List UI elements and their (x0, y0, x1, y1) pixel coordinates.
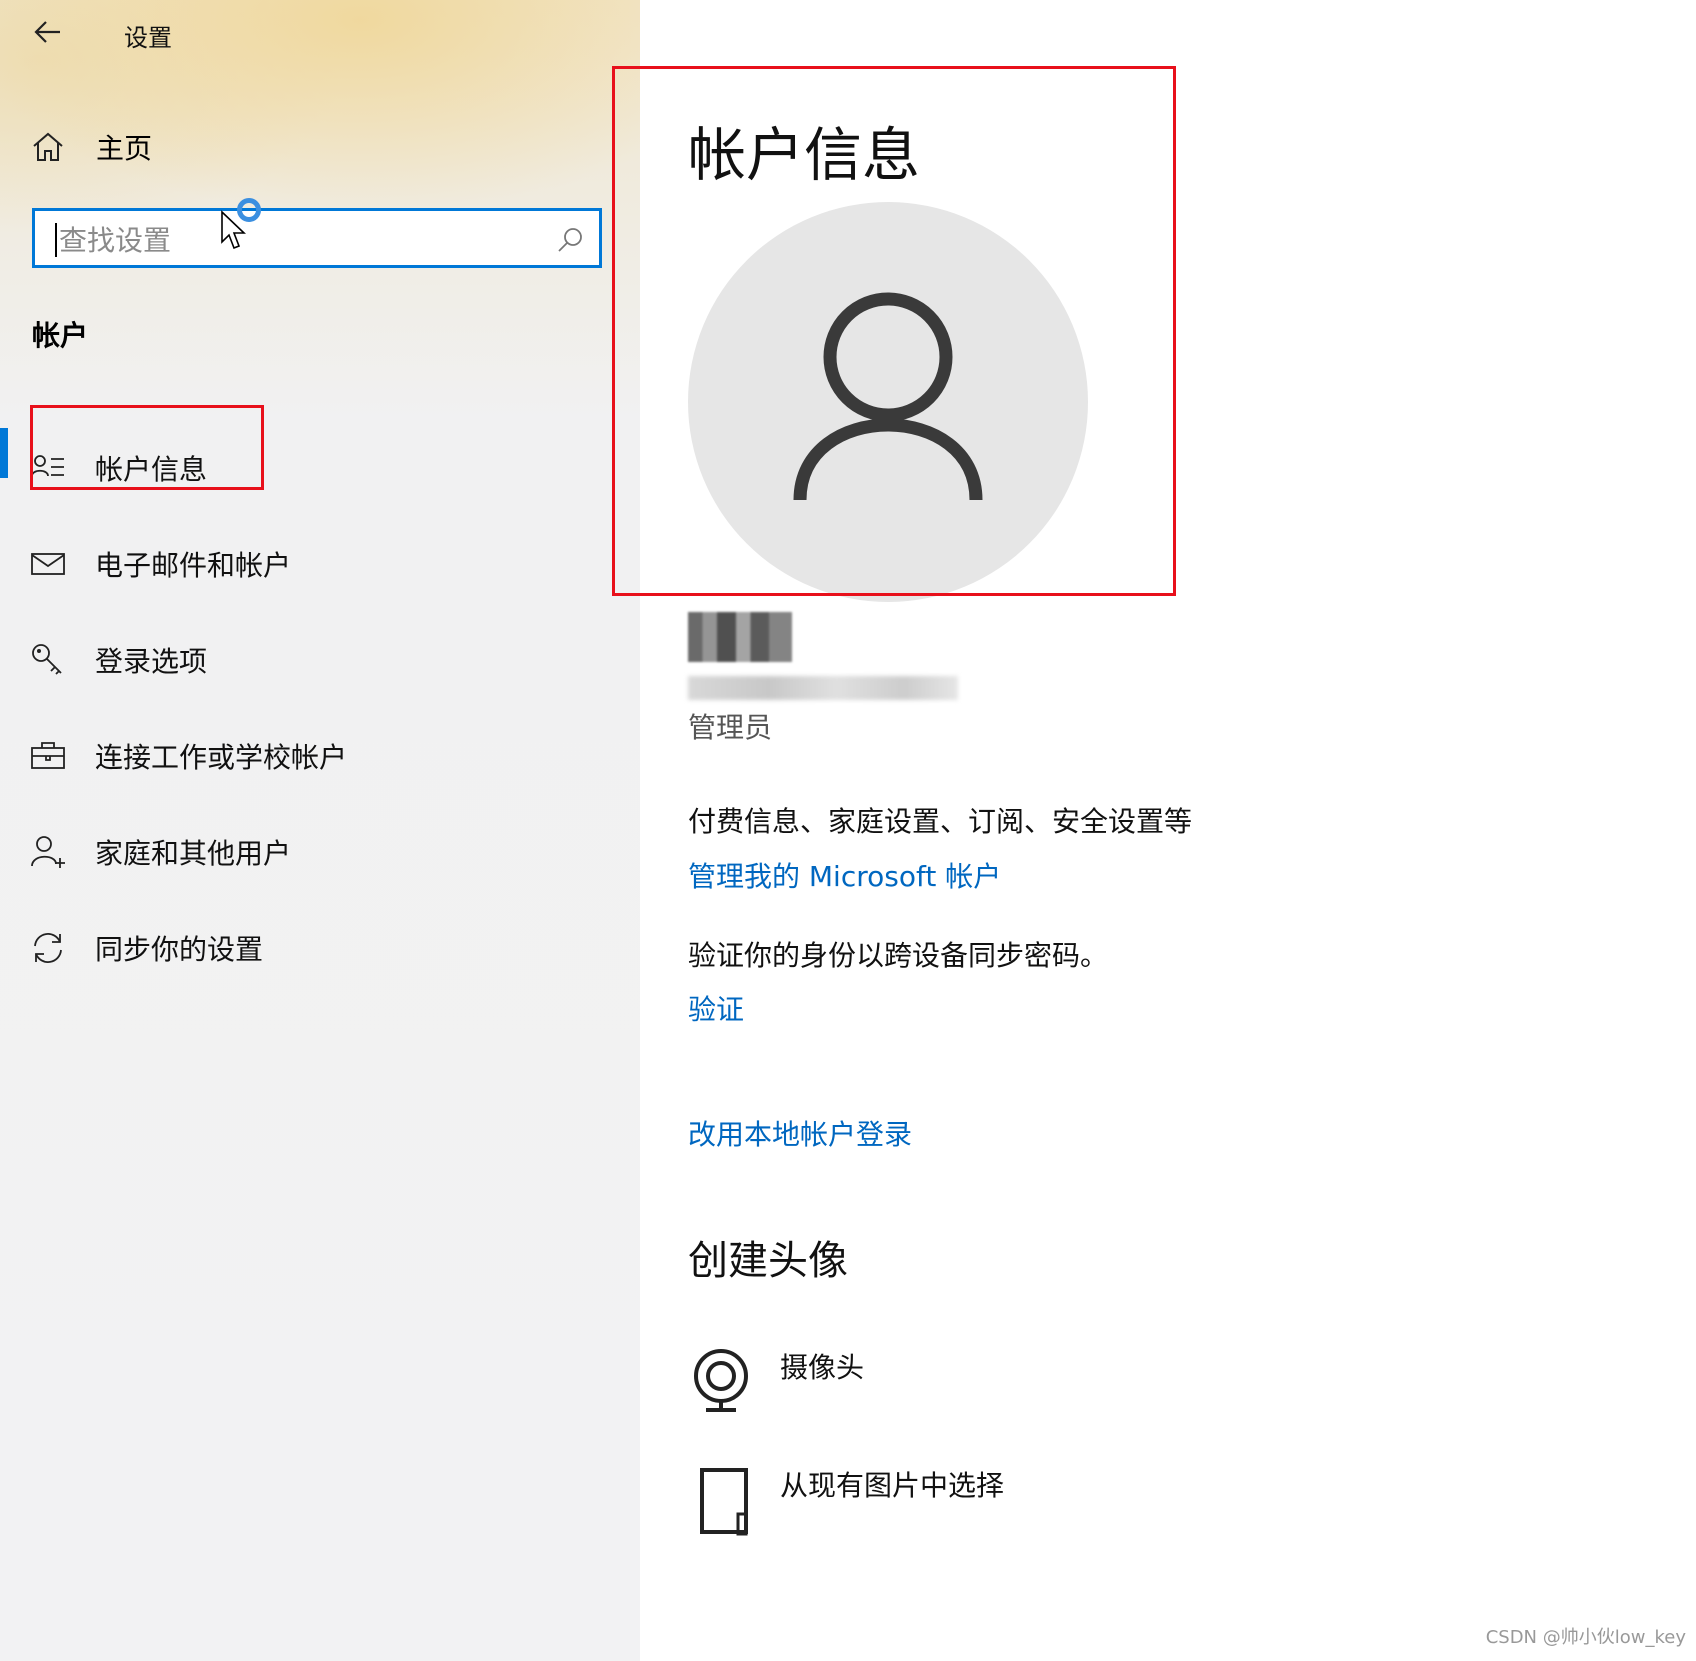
highlight-box-account-header (612, 66, 1176, 596)
search-box[interactable] (32, 208, 602, 268)
create-avatar-heading: 创建头像 (688, 1238, 848, 1284)
back-arrow-icon (34, 21, 60, 43)
nav-label: 家庭和其他用户 (95, 837, 292, 870)
person-add-icon (31, 836, 65, 868)
home-icon (33, 132, 63, 161)
back-button[interactable] (30, 14, 66, 50)
nav-item-email-accounts[interactable]: 电子邮件和帐户 (0, 516, 640, 612)
mail-icon (31, 553, 65, 575)
sidebar: 设置 主页 帐户 (0, 0, 640, 1661)
busy-indicator-icon (237, 198, 261, 222)
key-icon (32, 644, 62, 675)
webcam-option[interactable]: 摄像头 (688, 1344, 1288, 1434)
image-file-icon (700, 1468, 748, 1536)
settings-window: 设置 主页 帐户 (0, 0, 1696, 1661)
app-title: 设置 (124, 24, 172, 52)
nav-label: 登录选项 (95, 645, 208, 678)
nav-label: 连接工作或学校帐户 (95, 741, 348, 774)
verify-link[interactable]: 验证 (688, 988, 744, 1028)
search-icon[interactable] (555, 225, 585, 255)
verify-description: 验证你的身份以跨设备同步密码。 (688, 939, 1109, 972)
home-label: 主页 (96, 132, 153, 165)
nav-item-work-school[interactable]: 连接工作或学校帐户 (0, 708, 640, 804)
nav-item-family-users[interactable]: 家庭和其他用户 (0, 804, 640, 900)
manage-ms-account-link[interactable]: 管理我的 Microsoft 帐户 (688, 855, 1001, 895)
sync-icon (34, 933, 62, 963)
switch-local-account-link[interactable]: 改用本地帐户登录 (688, 1113, 912, 1153)
briefcase-icon (31, 742, 65, 769)
user-role: 管理员 (688, 711, 773, 744)
ms-account-description: 付费信息、家庭设置、订阅、安全设置等 (688, 805, 1193, 838)
highlight-box-nav (30, 405, 264, 490)
section-heading: 帐户 (32, 319, 89, 352)
nav-label: 电子邮件和帐户 (95, 549, 292, 582)
selection-indicator (0, 428, 8, 478)
nav-item-sign-in-options[interactable]: 登录选项 (0, 612, 640, 708)
watermark: CSDN @帅小伙low_key (1485, 1627, 1686, 1648)
nav-label: 同步你的设置 (95, 933, 264, 966)
user-email-redacted (688, 676, 958, 700)
nav-item-sync-settings[interactable]: 同步你的设置 (0, 900, 640, 996)
nav-list: 帐户信息 电子邮件和帐户 登录选项 连接工作或学校帐户 家庭和其他用户 同步你的… (0, 420, 640, 996)
choose-picture-option[interactable]: 从现有图片中选择 (688, 1462, 1288, 1552)
search-input[interactable] (57, 217, 541, 263)
home-nav-item[interactable]: 主页 (30, 122, 590, 172)
choose-picture-label: 从现有图片中选择 (780, 1469, 1005, 1502)
webcam-label: 摄像头 (780, 1351, 865, 1384)
webcam-icon (694, 1349, 748, 1412)
user-name-redacted (688, 612, 792, 662)
